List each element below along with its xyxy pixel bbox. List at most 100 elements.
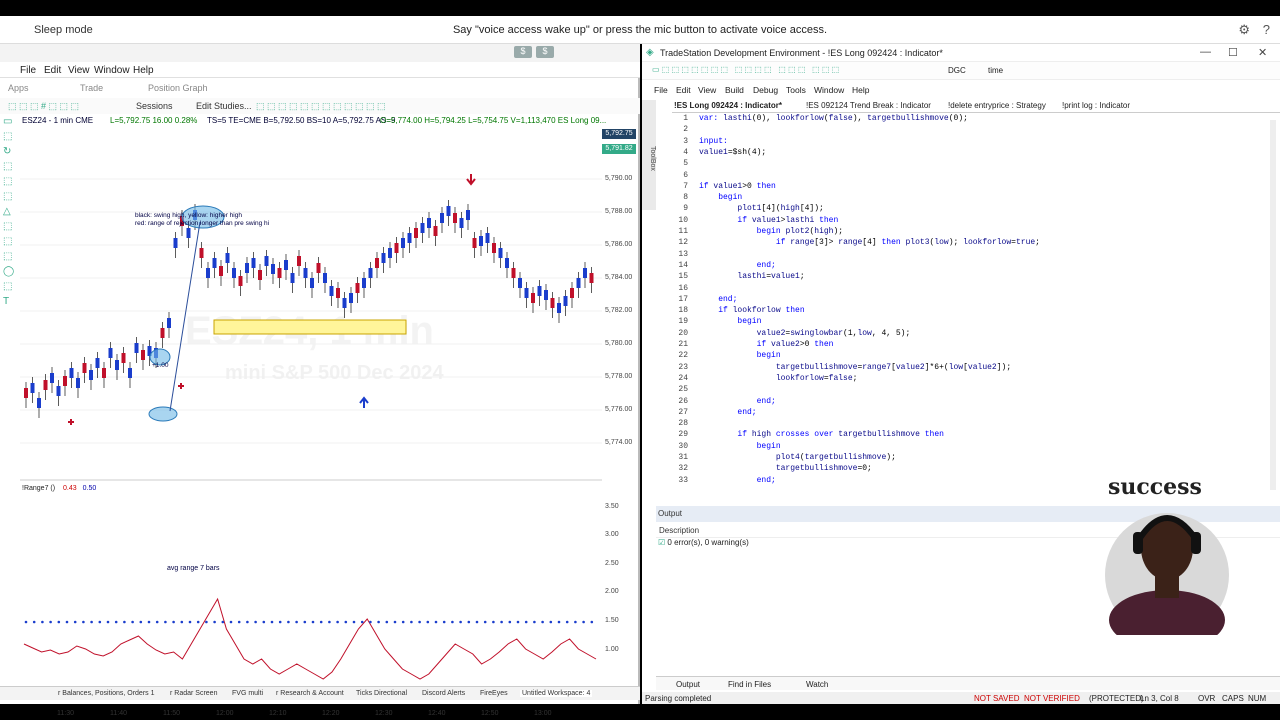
tool-icon[interactable]: ⬚ — [3, 131, 19, 146]
gear-icon[interactable]: ⚙ — [1238, 22, 1250, 38]
sessions-button[interactable]: Sessions — [136, 101, 173, 111]
tool-icon[interactable]: ⬚ — [3, 176, 19, 191]
editor-tab-active[interactable]: !ES Long 092424 : Indicator* — [674, 101, 783, 110]
code-line[interactable]: 18 if lookforlow then — [656, 306, 1256, 317]
tool-icon[interactable]: T — [3, 296, 19, 311]
dgc-button[interactable]: DGC — [948, 66, 966, 75]
tool-icon[interactable]: ⬚ — [3, 251, 19, 266]
candle-body — [173, 238, 178, 248]
output-tab[interactable]: Output — [676, 680, 700, 689]
menu-edit[interactable]: Edit — [44, 65, 61, 76]
code-line[interactable]: 27 end; — [656, 408, 1256, 419]
workspace-tab[interactable]: FVG multi — [232, 690, 263, 697]
tool-icon[interactable]: ↻ — [3, 146, 19, 161]
candle-body — [388, 248, 392, 258]
menu-edit[interactable]: Edit — [676, 85, 691, 95]
code-line[interactable]: 6 — [656, 171, 1256, 182]
code-line[interactable]: 31 plot4(targetbullishmove); — [656, 453, 1256, 464]
editor-scrollbar[interactable] — [1270, 120, 1276, 490]
workspace-tab[interactable]: Ticks Directional — [356, 690, 407, 697]
code-line[interactable]: 26 end; — [656, 397, 1256, 408]
code-line[interactable]: 22 begin — [656, 351, 1256, 362]
menu-build[interactable]: Build — [725, 85, 744, 95]
code-editor[interactable]: 1 var: lasthi(0), lookforlow(false), targ… — [656, 114, 1270, 494]
minimize-icon[interactable]: — — [1200, 46, 1211, 58]
watch-tab[interactable]: Watch — [806, 680, 828, 689]
menu-window[interactable]: Window — [94, 65, 130, 76]
code-line[interactable]: 28 — [656, 419, 1256, 430]
menu-tools[interactable]: Tools — [786, 85, 806, 95]
code-line[interactable]: 9 plot1[4](high[4]); — [656, 204, 1256, 215]
code-line[interactable]: 12 if range[3]> range[4] then plot3(low)… — [656, 238, 1256, 249]
code-line[interactable]: 16 — [656, 284, 1256, 295]
avg-range-line — [23, 597, 597, 680]
position-graph-link[interactable]: Position Graph — [148, 83, 208, 93]
code-line[interactable]: 21 if value2>0 then — [656, 340, 1256, 351]
workspace-tab[interactable]: r Balances, Positions, Orders 1 — [58, 690, 155, 697]
range-dot — [524, 620, 528, 624]
workspace-tab[interactable]: r Research & Account — [276, 690, 344, 697]
help-icon[interactable]: ? — [1263, 22, 1270, 37]
tool-icon[interactable]: ⬚ — [3, 281, 19, 296]
tool-icon[interactable]: ⬚ — [3, 236, 19, 251]
workspace-tab[interactable]: Discord Alerts — [422, 690, 465, 697]
code-line[interactable]: 4 value1=$sh(4); — [656, 148, 1256, 159]
code-line[interactable]: 13 — [656, 250, 1256, 261]
code-line[interactable]: 30 begin — [656, 442, 1256, 453]
close-icon[interactable]: ✕ — [1258, 46, 1267, 59]
menu-view[interactable]: View — [698, 85, 716, 95]
candle-body — [206, 268, 210, 278]
toolbox-tab[interactable]: ToolBox — [642, 100, 656, 210]
edit-studies-button[interactable]: Edit Studies... — [196, 101, 252, 111]
code-line[interactable]: 29 if high crosses over targetbullishmov… — [656, 430, 1256, 441]
code-line[interactable]: 3 input: — [656, 137, 1256, 148]
menu-window[interactable]: Window — [814, 85, 844, 95]
code-line[interactable]: 24 lookforlow=false; — [656, 374, 1256, 385]
code-line[interactable]: 8 begin — [656, 193, 1256, 204]
menu-debug[interactable]: Debug — [753, 85, 778, 95]
editor-tab[interactable]: !delete entryprice : Strategy — [948, 101, 1046, 110]
workspace-tab-active[interactable]: Untitled Workspace: 4 — [520, 690, 593, 697]
code-line[interactable]: 17 end; — [656, 295, 1256, 306]
code-line[interactable]: 1 var: lasthi(0), lookforlow(false), targ… — [656, 114, 1256, 125]
code-line[interactable]: 20 value2=swinglowbar(1,low, 4, 5); — [656, 329, 1256, 340]
trade-link[interactable]: Trade — [80, 83, 103, 93]
time-field[interactable]: time — [988, 66, 1003, 75]
code-line[interactable]: 25 — [656, 385, 1256, 396]
workspace-tab[interactable]: FireEyes — [480, 690, 508, 697]
editor-tab[interactable]: !ES 092124 Trend Break : Indicator — [806, 101, 931, 110]
dollar-button[interactable]: $ — [514, 46, 532, 58]
menu-help[interactable]: Help — [852, 85, 869, 95]
code-line[interactable]: 23 targetbullishmove=range7[value2]*6+(l… — [656, 363, 1256, 374]
candle-body — [407, 233, 412, 243]
candle-body — [459, 218, 464, 228]
menu-help[interactable]: Help — [133, 65, 154, 76]
tool-icon[interactable]: ⬚ — [3, 221, 19, 236]
chart-annotation: black: swing high, yellow: higher high r… — [135, 212, 269, 228]
maximize-icon[interactable]: ☐ — [1228, 46, 1238, 59]
find-in-files-tab[interactable]: Find in Files — [728, 680, 771, 689]
tool-icon[interactable]: ▭ — [3, 116, 19, 131]
toolbar-icons[interactable]: ▭ ⬚ ⬚ ⬚ ⬚ ⬚ ⬚ ⬚ ⬚ ⬚ ⬚ ⬚ ⬚ ⬚ ⬚ ⬚ ⬚ ⬚ — [652, 65, 839, 74]
tool-icon[interactable]: ⬚ — [3, 161, 19, 176]
menu-file[interactable]: File — [654, 85, 668, 95]
code-line[interactable]: 7 if value1>0 then — [656, 182, 1256, 193]
code-line[interactable]: 5 — [656, 159, 1256, 170]
code-line[interactable]: 10 if value1>lasthi then — [656, 216, 1256, 227]
code-line[interactable]: 14 end; — [656, 261, 1256, 272]
editor-tab[interactable]: !print log : Indicator — [1062, 101, 1130, 110]
code-line[interactable]: 2 — [656, 125, 1256, 136]
tool-icon[interactable]: △ — [3, 206, 19, 221]
tool-icon[interactable]: ⬚ — [3, 191, 19, 206]
code-line[interactable]: 11 begin plot2(high); — [656, 227, 1256, 238]
workspace-tab[interactable]: r Radar Screen — [170, 690, 217, 697]
code-line[interactable]: 15 lasthi=value1; — [656, 272, 1256, 283]
price-chart[interactable] — [20, 124, 602, 704]
code-line[interactable]: 19 begin — [656, 317, 1256, 328]
menu-file[interactable]: File — [20, 65, 36, 76]
dollar-button-2[interactable]: $ — [536, 46, 554, 58]
price-label: 5,788.00 — [605, 208, 633, 215]
menu-view[interactable]: View — [68, 65, 90, 76]
tool-icon[interactable]: ◯ — [3, 266, 19, 281]
apps-link[interactable]: Apps — [8, 83, 29, 93]
